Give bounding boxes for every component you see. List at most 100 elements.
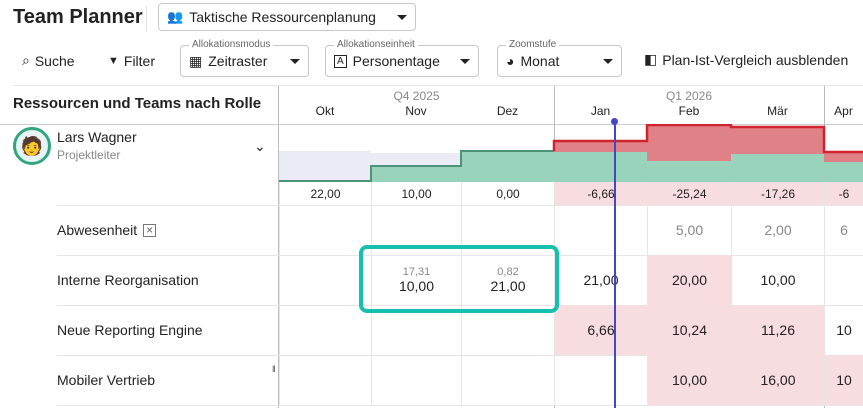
capacity-bar bbox=[279, 151, 371, 182]
allocation-cell[interactable]: 2,00 bbox=[731, 205, 824, 255]
app-title: Team Planner bbox=[13, 6, 143, 28]
quarter-label: Q1 2026 bbox=[665, 89, 713, 103]
today-line bbox=[614, 124, 616, 408]
planned-value: 5,00 bbox=[675, 222, 704, 238]
view-select-value: Taktische Ressourcenplanung bbox=[189, 9, 376, 25]
zoom-label: Zoomstufe bbox=[506, 39, 560, 50]
left-panel-header: Ressourcen und Teams nach Rolle bbox=[13, 95, 262, 112]
row-label: Interne Reorganisation bbox=[57, 255, 199, 305]
allocation-cell[interactable] bbox=[279, 305, 371, 355]
capacity-chart bbox=[279, 124, 863, 182]
allocation-cell[interactable] bbox=[824, 255, 863, 305]
planned-value: 10 bbox=[836, 372, 852, 388]
allocation-cell[interactable]: 10 bbox=[824, 355, 863, 405]
chevron-down-icon bbox=[290, 58, 300, 64]
chevron-down-icon bbox=[603, 58, 613, 64]
filter-button[interactable]: ▼ Filter bbox=[108, 53, 155, 69]
today-marker bbox=[611, 118, 618, 125]
allocation-cell[interactable] bbox=[554, 205, 647, 255]
allocation-bar bbox=[554, 152, 647, 182]
divider bbox=[146, 6, 147, 32]
planned-value: 11,26 bbox=[761, 322, 795, 338]
planned-value: 20,00 bbox=[671, 272, 708, 288]
balance-cell: -6 bbox=[824, 182, 863, 205]
planned-value: 10 bbox=[836, 322, 852, 338]
allocation-cell[interactable] bbox=[279, 355, 371, 405]
balance-cell: 0,00 bbox=[461, 182, 554, 205]
balance-cell: -25,24 bbox=[647, 182, 731, 205]
month-header: Apr bbox=[834, 104, 853, 118]
alloc-mode-select[interactable]: Allokationsmodus ▦ Zeitraster bbox=[180, 39, 309, 77]
calendar-off-icon: × bbox=[143, 223, 157, 237]
grid-icon: ▦ bbox=[189, 52, 203, 69]
clock-icon: ◕ bbox=[506, 53, 515, 69]
row-label-text: Neue Reporting Engine bbox=[57, 322, 203, 338]
balance-cell: -17,26 bbox=[731, 182, 824, 205]
allocation-cell[interactable]: 10,24 bbox=[647, 305, 731, 355]
month-header: Feb bbox=[678, 104, 700, 118]
view-select[interactable]: 👥 Taktische Ressourcenplanung bbox=[158, 3, 416, 31]
allocation-cell[interactable]: 21,00 bbox=[554, 255, 647, 305]
overload-bar bbox=[647, 124, 731, 161]
planned-value: 10,00 bbox=[760, 272, 796, 288]
row-label-text: Mobiler Vertrieb bbox=[57, 372, 156, 388]
selection-highlight bbox=[359, 245, 559, 313]
allocation-cell[interactable]: 6 bbox=[824, 205, 863, 255]
alloc-mode-label: Allokationsmodus bbox=[189, 39, 274, 50]
allocation-cell[interactable]: 10 bbox=[824, 305, 863, 355]
balance-cell: 22,00 bbox=[279, 182, 371, 205]
allocation-bar bbox=[824, 162, 863, 182]
allocation-cell[interactable]: 6,66 bbox=[554, 305, 647, 355]
row-label: Mobiler Vertrieb bbox=[57, 355, 155, 405]
allocation-cell[interactable]: 20,00 bbox=[647, 255, 731, 305]
person-role: Projektleiter bbox=[57, 148, 121, 162]
month-header: Okt bbox=[315, 104, 335, 118]
search-label: Suche bbox=[34, 52, 75, 69]
planned-value: 10,24 bbox=[671, 322, 708, 338]
month-header: Dez bbox=[496, 104, 519, 118]
allocation-cell[interactable]: 5,00 bbox=[647, 205, 731, 255]
compare-icon: ◧ bbox=[644, 51, 658, 67]
allocation-cell[interactable]: 16,00 bbox=[731, 355, 824, 405]
overload-bar bbox=[731, 127, 824, 154]
planned-value: 16,00 bbox=[760, 372, 796, 388]
allocation-cell[interactable] bbox=[371, 355, 461, 405]
quarter-label: Q4 2025 bbox=[393, 89, 440, 103]
allocation-cell[interactable] bbox=[279, 205, 371, 255]
row-label-text: Interne Reorganisation bbox=[57, 272, 199, 288]
row-label-text: Abwesenheit bbox=[57, 222, 138, 238]
expand-chevron-icon[interactable]: ⌄ bbox=[254, 138, 266, 155]
compare-label: Plan-Ist-Vergleich ausblenden bbox=[662, 51, 849, 68]
allocation-cell[interactable]: 10,00 bbox=[647, 355, 731, 405]
allocation-cell[interactable] bbox=[279, 255, 371, 305]
resize-handle[interactable]: ‖ bbox=[272, 364, 276, 374]
allocation-cell[interactable]: 10,00 bbox=[731, 255, 824, 305]
balance-cell: 10,00 bbox=[371, 182, 461, 205]
allocation-bar bbox=[647, 161, 731, 182]
filter-icon: ▼ bbox=[108, 55, 119, 67]
search-button[interactable]: ⌕ Suche bbox=[22, 52, 75, 69]
allocation-cell[interactable] bbox=[554, 355, 647, 405]
overload-bar bbox=[824, 152, 863, 162]
compare-toggle-button[interactable]: ◧ Plan-Ist-Vergleich ausblenden bbox=[644, 51, 848, 68]
allocation-cell[interactable] bbox=[461, 355, 554, 405]
filter-label: Filter bbox=[123, 53, 156, 69]
month-header: Jan bbox=[590, 104, 611, 118]
chevron-down-icon bbox=[460, 58, 470, 64]
zoom-value: Monat bbox=[520, 53, 560, 69]
month-header: Mär bbox=[767, 104, 788, 118]
alloc-unit-select[interactable]: Allokationseinheit A Personentage bbox=[325, 39, 479, 77]
row-label: Neue Reporting Engine bbox=[57, 305, 203, 355]
letter-a-icon: A bbox=[334, 54, 347, 68]
row-label: Abwesenheit × bbox=[57, 205, 157, 255]
allocation-bar bbox=[731, 154, 824, 182]
planned-value: 10,00 bbox=[671, 372, 708, 388]
zoom-select[interactable]: Zoomstufe ◕ Monat bbox=[497, 39, 622, 77]
search-icon: ⌕ bbox=[22, 52, 30, 68]
planned-value: 6 bbox=[840, 222, 848, 238]
allocation-cell[interactable]: 11,26 bbox=[731, 305, 824, 355]
planned-value: 2,00 bbox=[764, 222, 792, 238]
alloc-mode-value: Zeitraster bbox=[208, 53, 268, 69]
alloc-unit-label: Allokationseinheit bbox=[334, 39, 418, 50]
alloc-unit-value: Personentage bbox=[352, 53, 440, 69]
